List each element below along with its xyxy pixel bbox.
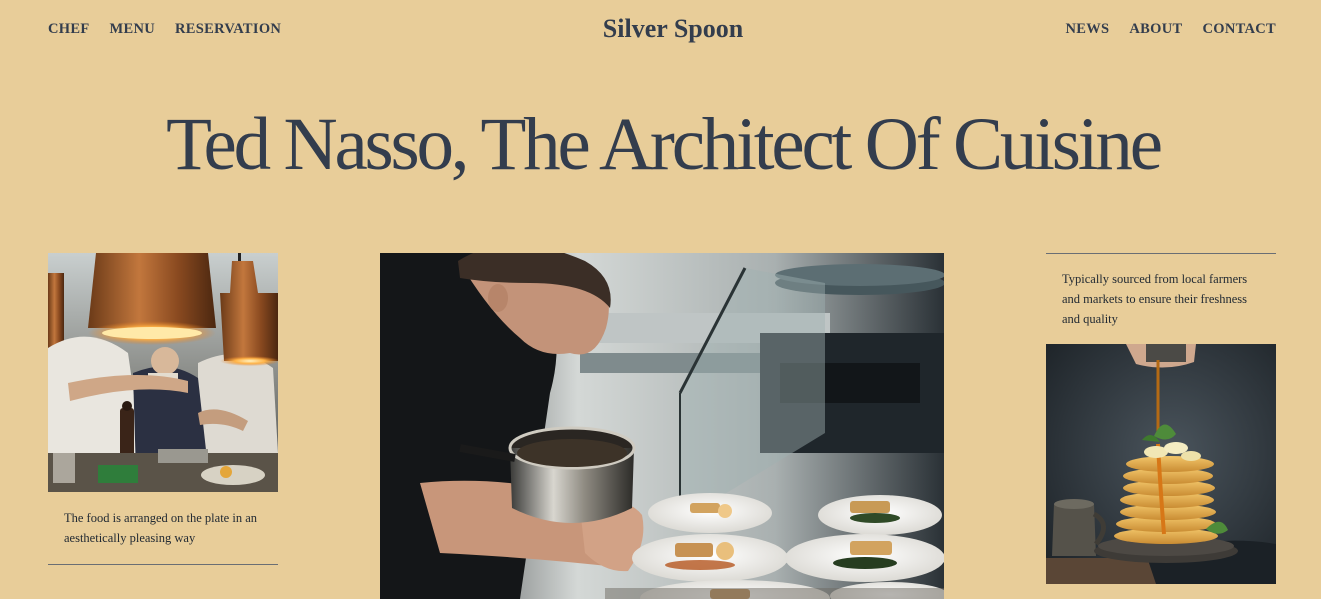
left-divider (48, 564, 278, 565)
chef-plating-photo (380, 253, 944, 599)
left-caption: The food is arranged on the plate in an … (64, 511, 257, 545)
nav-link-contact[interactable]: CONTACT (1202, 20, 1276, 38)
chefs-kitchen-photo (48, 253, 278, 492)
nav-link-about[interactable]: ABOUT (1129, 20, 1182, 38)
pancake-stack-photo (1046, 344, 1276, 584)
hero-title: Ted Nasso, The Architect Of Cuisine (166, 103, 1163, 186)
page: CHEF MENU RESERVATION Silver Spoon NEWS … (0, 0, 1321, 599)
nav-right: NEWS ABOUT CONTACT (1045, 20, 1276, 38)
right-caption: Typically sourced from local farmers and… (1062, 272, 1248, 326)
nav-link-news[interactable]: NEWS (1065, 20, 1109, 38)
right-divider (1046, 253, 1276, 254)
